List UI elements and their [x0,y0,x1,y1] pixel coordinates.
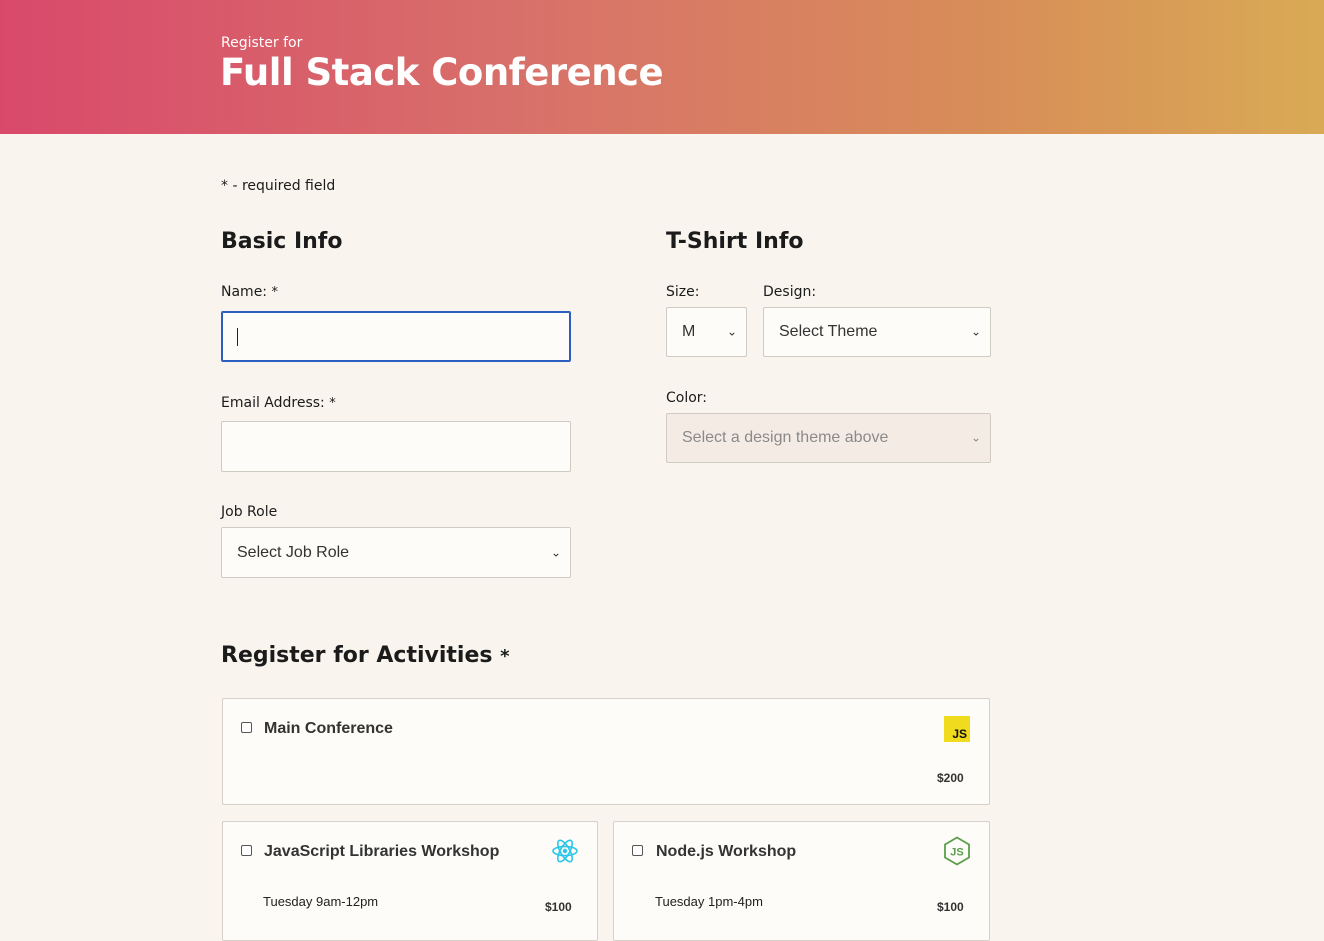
required-field-note: * - required field [221,178,336,194]
chevron-down-icon: ⌄ [970,324,981,339]
name-label-text: Name: [221,284,268,300]
name-label: Name: * [221,284,278,300]
job-role-selected: Select Job Role [237,543,350,561]
size-selected: M [682,323,696,340]
text-caret [237,328,238,346]
design-select[interactable]: Select Theme ⌄ [763,307,991,357]
activity-price: $100 [937,900,964,914]
activities-heading: Register for Activities * [221,643,510,668]
activity-name: JavaScript Libraries Workshop [264,843,500,860]
name-field[interactable] [221,311,571,362]
header-pretitle: Register for [221,35,303,51]
page-header: Register for Full Stack Conference [0,0,1324,134]
activity-checkbox[interactable] [241,845,252,856]
activity-time: Tuesday 1pm-4pm [655,894,763,909]
activity-checkbox[interactable] [632,845,643,856]
email-field[interactable] [221,421,571,472]
required-asterisk: * [500,646,510,667]
activity-price: $200 [937,771,964,785]
react-icon [552,839,578,863]
activity-name: Node.js Workshop [656,843,797,860]
color-select: Select a design theme above ⌄ [666,413,991,463]
activity-card-nodejs: Node.js Workshop JS Tuesday 1pm-4pm $100 [613,821,990,941]
job-role-label: Job Role [221,504,278,520]
activity-price: $100 [545,900,572,914]
tshirt-info-heading: T-Shirt Info [666,229,804,254]
design-label: Design: [763,284,817,300]
activities-heading-text: Register for Activities [221,643,493,668]
required-asterisk: * [271,285,278,300]
activity-time: Tuesday 9am-12pm [263,894,379,909]
chevron-down-icon: ⌄ [970,430,981,445]
color-selected: Select a design theme above [682,429,889,446]
basic-info-heading: Basic Info [221,229,343,254]
activity-checkbox[interactable] [241,722,252,733]
activity-card-js-libraries: JavaScript Libraries Workshop Tuesday 9a… [222,821,598,941]
activity-name: Main Conference [264,720,393,737]
color-label: Color: [666,390,708,406]
required-asterisk: * [329,396,336,411]
page-title: Full Stack Conference [220,51,664,94]
svg-text:JS: JS [950,847,963,859]
size-label: Size: [666,284,700,300]
chevron-down-icon: ⌄ [550,544,561,559]
design-selected: Select Theme [779,323,878,340]
javascript-icon: JS [944,716,970,742]
activity-card-main-conference: Main Conference JS $200 [222,698,990,805]
job-role-select[interactable]: Select Job Role ⌄ [221,527,571,578]
nodejs-icon: JS [944,836,970,866]
size-select[interactable]: M ⌄ [666,307,747,357]
chevron-down-icon: ⌄ [726,324,737,339]
email-label: Email Address: * [221,395,336,411]
email-label-text: Email Address: [221,395,325,411]
